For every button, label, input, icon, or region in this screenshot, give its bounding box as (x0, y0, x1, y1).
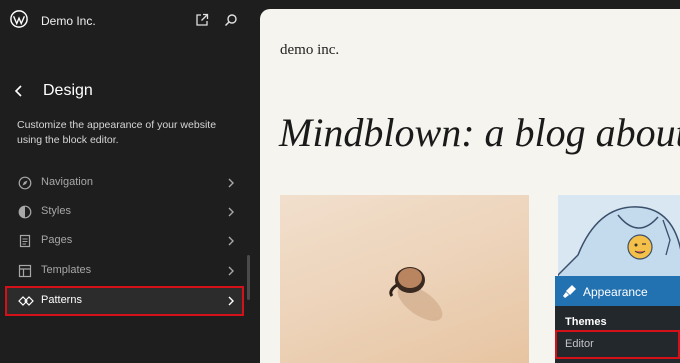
site-editor-sidebar: Demo Inc. Design Customize the appearanc… (0, 0, 256, 363)
wordpress-logo-icon[interactable] (10, 10, 28, 28)
appearance-label: Appearance (583, 285, 648, 299)
nav-item-templates[interactable]: Templates (6, 258, 242, 284)
patterns-highlight-frame (5, 286, 244, 316)
panel-description: Customize the appearance of your website… (17, 119, 217, 146)
chevron-right-icon (228, 266, 234, 276)
themes-menu-item[interactable]: Themes (565, 316, 607, 328)
compass-icon (18, 176, 32, 190)
panel-title: Design (43, 82, 93, 99)
nav-item-label: Styles (41, 205, 71, 217)
nav-item-styles[interactable]: Styles (6, 199, 242, 225)
site-name[interactable]: Demo Inc. (41, 14, 96, 28)
editor-highlight-frame (555, 330, 680, 359)
coffee-cup-illustration (389, 267, 443, 321)
back-arrow-icon[interactable] (12, 84, 26, 98)
nav-item-label: Navigation (41, 176, 93, 188)
paintbrush-icon (563, 285, 576, 298)
chevron-right-icon (228, 236, 234, 246)
half-circle-icon (18, 205, 32, 219)
layout-icon (18, 264, 32, 278)
appearance-menu-header[interactable]: Appearance (555, 276, 680, 306)
coffee-cup-image (280, 195, 529, 363)
blog-site-title: demo inc. (280, 42, 340, 58)
external-link-icon[interactable] (195, 13, 209, 27)
page-icon (19, 234, 31, 248)
search-icon[interactable] (224, 13, 238, 27)
sidebar-scrollbar[interactable] (247, 255, 250, 300)
chevron-right-icon (228, 178, 234, 188)
nav-item-navigation[interactable]: Navigation (6, 170, 242, 196)
nav-item-label: Pages (41, 234, 73, 246)
nav-item-pages[interactable]: Pages (6, 228, 242, 254)
nav-item-label: Templates (41, 264, 92, 276)
blog-headline: Mindblown: a blog about p (279, 110, 680, 155)
chevron-right-icon (228, 207, 234, 217)
